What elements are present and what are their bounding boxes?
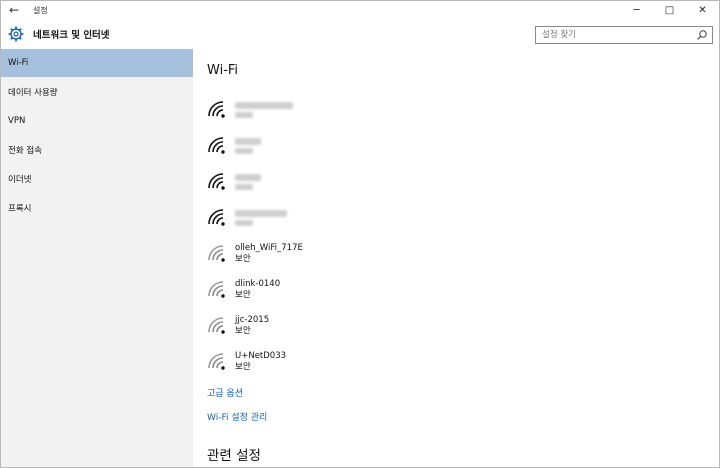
search-icon[interactable] [696, 29, 708, 41]
sidebar-item-dial-up[interactable]: 전화 접속 [1, 136, 193, 164]
main-content: Wi-Fi olleh_WiFi_717E 보안 dlink-0140 보안 jjc-2… [193, 49, 719, 467]
wifi-signal-icon [208, 137, 225, 154]
network-name-redacted [235, 174, 261, 181]
settings-window: ← 설정 ─ □ ✕ 네트워크 및 인터넷 설정 찾기 Wi-Fi 데이터 사용… [0, 0, 720, 468]
network-security-status: 보안 [235, 290, 251, 300]
wifi-network-item[interactable]: olleh_WiFi_717E 보안 [207, 240, 507, 268]
wifi-network-item[interactable]: dlink-0140 보안 [207, 276, 507, 304]
sidebar-item-label: 전화 접속 [8, 146, 42, 156]
close-button[interactable]: ✕ [686, 1, 719, 19]
sidebar-item-ethernet[interactable]: 이더넷 [1, 165, 193, 193]
search-input[interactable] [536, 29, 694, 41]
minimize-button[interactable]: ─ [620, 1, 653, 19]
wifi-signal-icon [208, 209, 225, 226]
wifi-network-item[interactable] [207, 168, 507, 196]
sidebar-item-label: 이더넷 [8, 175, 32, 185]
sidebar-item-label: Wi-Fi [8, 58, 29, 68]
network-name-redacted [235, 210, 287, 217]
wifi-network-item[interactable] [207, 96, 507, 124]
gear-icon [7, 25, 25, 43]
page-header: 네트워크 및 인터넷 [1, 19, 719, 49]
maximize-icon: □ [664, 4, 675, 16]
network-security-status: 보안 [235, 326, 251, 336]
network-name: U+NetD033 [235, 351, 287, 361]
related-settings-heading: 관련 설정 [207, 448, 261, 464]
title-bar: ← 설정 ─ □ ✕ [1, 1, 719, 19]
network-name: jjc-2015 [235, 315, 270, 325]
network-status-redacted [235, 148, 253, 154]
wifi-signal-icon [208, 245, 225, 262]
wifi-signal-icon [208, 281, 225, 298]
sidebar-item-label: 데이터 사용량 [8, 88, 58, 98]
wifi-network-item[interactable] [207, 132, 507, 160]
search-box[interactable] [535, 26, 713, 44]
wifi-signal-icon [208, 317, 225, 334]
sidebar-item-data-usage[interactable]: 데이터 사용량 [1, 78, 193, 106]
page-title: 네트워크 및 인터넷 [33, 30, 110, 41]
network-status-redacted [235, 112, 253, 118]
wifi-signal-icon [208, 173, 225, 190]
wifi-network-item[interactable]: jjc-2015 보안 [207, 312, 507, 340]
back-button[interactable]: ← [1, 1, 27, 19]
network-status-redacted [235, 184, 253, 190]
back-arrow-icon: ← [8, 3, 20, 17]
close-icon: ✕ [698, 4, 707, 16]
network-name-redacted [235, 102, 293, 109]
window-title: 설정 [33, 5, 48, 15]
wifi-signal-icon [208, 101, 225, 118]
minimize-icon: ─ [633, 4, 640, 16]
sidebar-item-label: 프록시 [8, 204, 32, 214]
section-title: Wi-Fi [207, 63, 239, 78]
network-name: olleh_WiFi_717E [235, 243, 303, 253]
network-security-status: 보안 [235, 362, 251, 372]
sidebar-item-label: VPN [8, 116, 26, 126]
sidebar: Wi-Fi 데이터 사용량 VPN 전화 접속 이더넷 프록시 [1, 49, 193, 467]
network-name: dlink-0140 [235, 279, 281, 289]
sidebar-item-wifi[interactable]: Wi-Fi [1, 49, 193, 77]
maximize-button[interactable]: □ [653, 1, 686, 19]
wifi-network-item[interactable] [207, 204, 507, 232]
wifi-signal-icon [208, 353, 225, 370]
wifi-network-item[interactable]: U+NetD033 보안 [207, 348, 507, 376]
sidebar-item-vpn[interactable]: VPN [1, 107, 193, 135]
advanced-options-link[interactable]: 고급 옵션 [207, 386, 243, 399]
network-name-redacted [235, 138, 261, 145]
manage-wifi-settings-link[interactable]: Wi-Fi 설정 관리 [207, 410, 267, 423]
network-security-status: 보안 [235, 254, 251, 264]
network-status-redacted [235, 220, 253, 226]
sidebar-item-proxy[interactable]: 프록시 [1, 194, 193, 222]
